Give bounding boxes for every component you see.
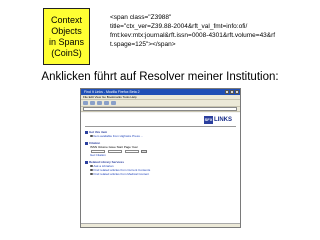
section-bullet-icon [85,130,88,134]
browser-title: Find It Links - Mozilla Firefox Beta 2 [84,90,140,94]
section-bullet-icon [85,141,88,145]
section-get-item: Get this item Item available from Highwi… [85,130,236,138]
coins-label-line: Objects [51,25,82,36]
service-link[interactable]: Find related articles from Medical Conte… [94,172,150,176]
slide-caption: Anklicken führt auf Resolver meiner Inst… [41,71,279,83]
sfx-logo-text: LINKS [214,117,232,123]
coins-label-line: Context [50,14,83,25]
code-line: <span class="Z3988" [110,14,172,21]
coins-label-box: Context Objects in Spans (CoinS) [43,8,90,65]
browser-toolbar [81,100,240,107]
coins-label-line: in Spans [48,36,85,47]
sfx-links-logo: SFX LINKS [204,116,232,124]
radio-icon[interactable] [90,134,93,138]
section-bullet-icon [85,160,88,164]
get-citation-link[interactable]: Get Citation [90,153,106,157]
address-input[interactable] [83,107,237,111]
fulltext-link[interactable]: Item available from Highwire Press ... [94,134,144,138]
sfx-page-content: SFX LINKS Get this item Item available f… [81,113,240,227]
browser-statusbar [81,223,240,227]
stop-icon[interactable] [104,101,109,105]
code-line: title="ctx_ver=Z39.88-2004&rft_val_fmt=i… [110,23,248,30]
go-button[interactable] [140,149,147,153]
sfx-logo-icon: SFX [204,116,213,124]
reload-icon[interactable] [97,101,102,105]
maximize-icon[interactable] [230,90,234,94]
coins-code-snippet: <span class="Z3988" title="ctx_ver=Z39.8… [110,13,310,49]
close-icon[interactable] [235,90,239,94]
volume-field[interactable] [107,149,122,153]
coins-label-line: (CoinS) [51,47,82,58]
browser-addressbar [81,107,240,112]
forward-icon[interactable] [90,101,95,105]
code-line: fmt:kev:mtx:journal&rft.issn=0008-4301&r… [110,32,276,39]
window-controls [225,90,239,94]
sfx-header: SFX LINKS [85,115,236,127]
section-citation: Citation ISSN Volume Issue Start Page Ye… [85,141,236,157]
minimize-icon[interactable] [225,90,229,94]
code-line: t.spage=125"></span> [110,41,176,48]
issue-field[interactable] [124,149,139,153]
home-icon[interactable] [111,101,116,105]
back-icon[interactable] [83,101,88,105]
radio-icon[interactable] [90,172,93,176]
section-related-services: Related Library Services Ask a Librarian… [85,160,236,176]
browser-titlebar: Find It Links - Mozilla Firefox Beta 2 [81,89,240,95]
browser-screenshot: Find It Links - Mozilla Firefox Beta 2 F… [80,88,241,228]
